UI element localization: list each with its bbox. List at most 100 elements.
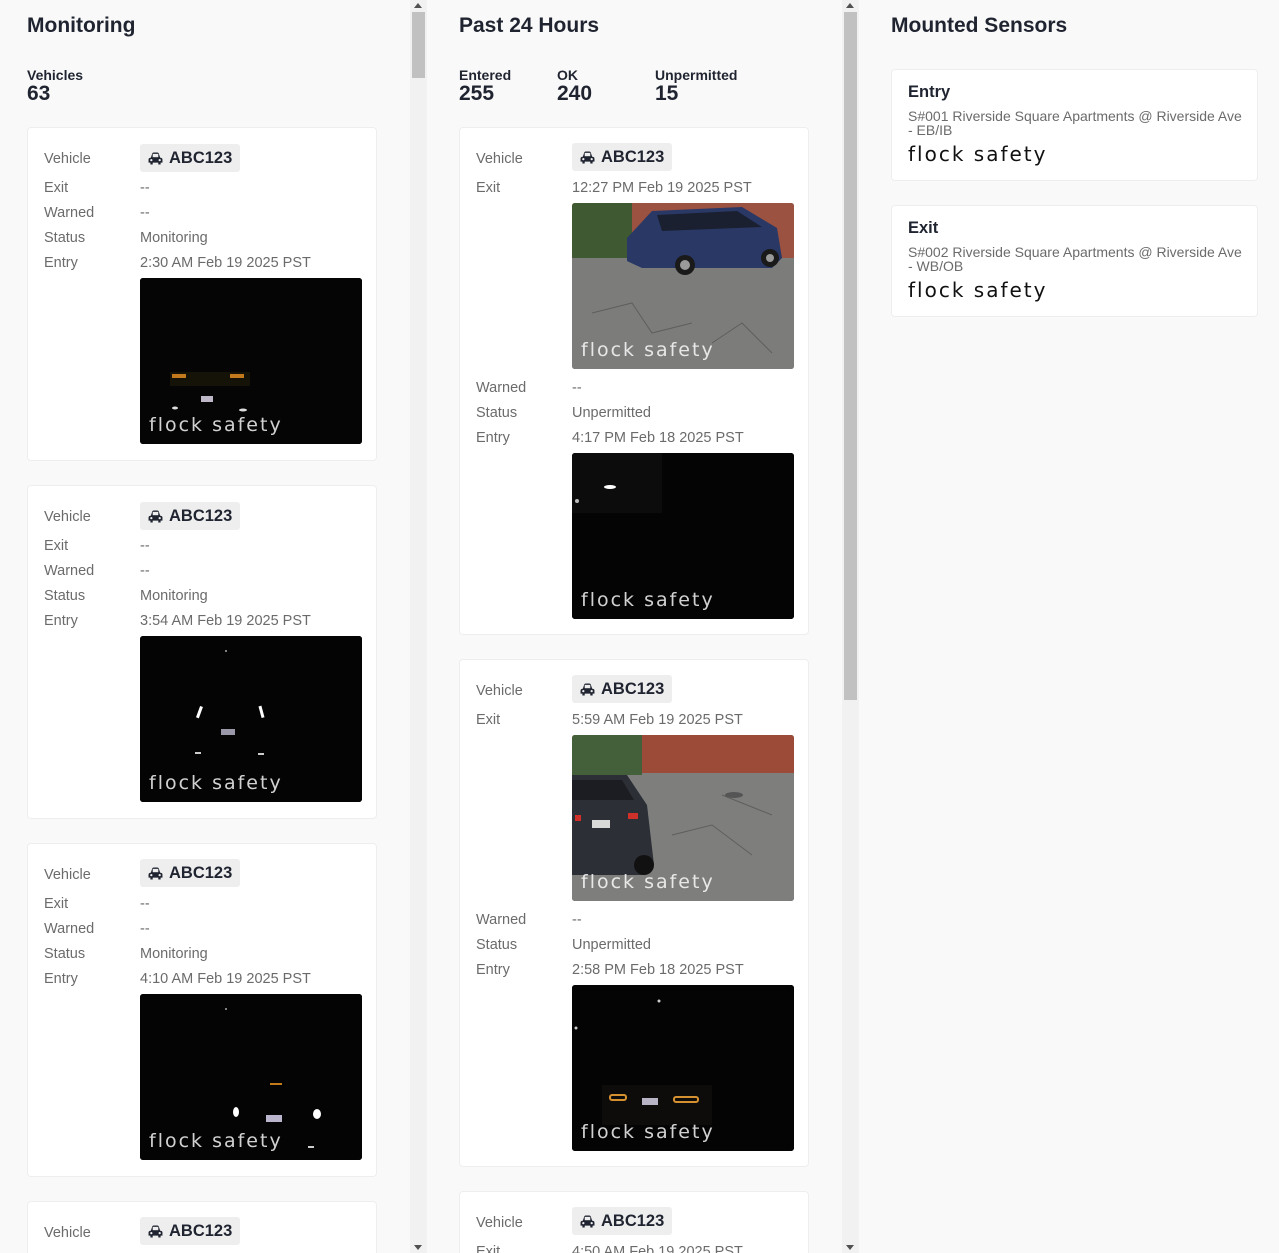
- status-label: Status: [44, 230, 86, 246]
- vehicle-label: Vehicle: [476, 151, 523, 167]
- mounted-sensors-title: Mounted Sensors: [891, 14, 1068, 37]
- scrollbar-thumb[interactable]: [844, 12, 857, 700]
- car-icon: [148, 151, 163, 165]
- plate-badge[interactable]: ABC123: [140, 502, 241, 530]
- sensor-card-exit[interactable]: Exit S#002 Riverside Square Apartments @…: [891, 205, 1258, 317]
- vehicles-label: Vehicles: [27, 67, 84, 83]
- entry-snapshot[interactable]: flock safety: [140, 636, 362, 802]
- plate-badge[interactable]: ABC123: [572, 675, 673, 703]
- exit-label: Exit: [476, 712, 501, 728]
- past-24-scrollbar[interactable]: [842, 0, 859, 1253]
- status-value: Unpermitted: [572, 405, 651, 421]
- exit-snapshot[interactable]: flock safety: [572, 735, 794, 901]
- entered-stat: Entered 255: [459, 67, 557, 105]
- entry-value: 3:54 AM Feb 19 2025 PST: [140, 613, 311, 629]
- warned-label: Warned: [44, 205, 95, 221]
- plate-badge[interactable]: ABC123: [140, 1217, 241, 1245]
- watermark: flock safety: [581, 1121, 715, 1143]
- entry-snapshot[interactable]: flock safety: [572, 985, 794, 1151]
- entry-label: Entry: [44, 613, 78, 629]
- unpermitted-value: 15: [655, 82, 679, 105]
- vehicle-label: Vehicle: [44, 867, 91, 883]
- past-24-stats: Entered 255 OK 240 Unpermitted 15: [459, 67, 753, 105]
- vehicles-count: 63: [27, 82, 51, 105]
- entry-label: Entry: [476, 962, 510, 978]
- plate-text: ABC123: [169, 863, 233, 882]
- exit-label: Exit: [44, 180, 69, 196]
- entry-label: Entry: [476, 430, 510, 446]
- plate-text: ABC123: [169, 1221, 233, 1240]
- car-icon: [580, 682, 595, 696]
- vehicle-card[interactable]: Vehicle ABC123: [27, 1201, 377, 1253]
- ok-label: OK: [557, 67, 578, 83]
- sensor-card-entry[interactable]: Entry S#001 Riverside Square Apartments …: [891, 69, 1258, 181]
- vehicles-stat: Vehicles 63: [27, 67, 125, 105]
- vehicle-card[interactable]: Vehicle ABC123 Exit 12:27 PM Feb 19 2025 …: [459, 127, 809, 635]
- warned-label: Warned: [476, 380, 527, 396]
- exit-value: 4:50 AM Feb 19 2025 PST: [572, 1244, 743, 1253]
- monitoring-stats: Vehicles 63: [27, 67, 125, 105]
- plate-badge[interactable]: ABC123: [140, 859, 241, 887]
- warned-label: Warned: [476, 912, 527, 928]
- status-label: Status: [44, 946, 86, 962]
- vehicle-label: Vehicle: [476, 683, 523, 699]
- warned-value: --: [572, 380, 582, 396]
- status-value: Monitoring: [140, 588, 208, 604]
- car-icon: [148, 1224, 163, 1238]
- arrow-down-icon[interactable]: [846, 1245, 854, 1250]
- past-24-hours-panel[interactable]: Past 24 Hours Entered 255 OK 240 Unpermi…: [427, 0, 842, 1253]
- exit-label: Exit: [476, 180, 501, 196]
- flock-safety-logo: flock safety: [908, 142, 1048, 166]
- warned-value: --: [572, 912, 582, 928]
- entry-snapshot[interactable]: flock safety: [140, 278, 362, 444]
- unpermitted-label: Unpermitted: [655, 67, 738, 83]
- sensor-description: S#002 Riverside Square Apartments @ Rive…: [908, 244, 1242, 274]
- exit-snapshot[interactable]: flock safety: [572, 203, 794, 369]
- vehicle-card[interactable]: Vehicle ABC123 Exit 5:59 AM Feb 19 2025 P…: [459, 659, 809, 1167]
- exit-value: --: [140, 896, 150, 912]
- exit-value: 12:27 PM Feb 19 2025 PST: [572, 180, 752, 196]
- vehicle-card[interactable]: Vehicle ABC123 Exit -- Warned -- Status Mon…: [27, 485, 377, 819]
- watermark: flock safety: [149, 772, 283, 794]
- car-icon: [580, 150, 595, 164]
- arrow-up-icon[interactable]: [846, 3, 854, 8]
- exit-value: --: [140, 538, 150, 554]
- monitoring-panel[interactable]: Monitoring Vehicles 63 Vehicle ABC123 Ex…: [0, 0, 410, 1253]
- status-label: Status: [476, 405, 518, 421]
- exit-value: --: [140, 180, 150, 196]
- vehicle-card[interactable]: Vehicle ABC123 Exit -- Warned -- Status Mon…: [27, 127, 377, 461]
- plate-badge[interactable]: ABC123: [572, 143, 673, 171]
- flock-safety-logo: flock safety: [908, 278, 1048, 302]
- watermark: flock safety: [581, 871, 715, 893]
- plate-badge[interactable]: ABC123: [140, 144, 241, 172]
- plate-badge[interactable]: ABC123: [572, 1207, 673, 1235]
- plate-text: ABC123: [169, 506, 233, 525]
- warned-label: Warned: [44, 921, 95, 937]
- status-label: Status: [44, 588, 86, 604]
- arrow-up-icon[interactable]: [414, 3, 422, 8]
- vehicle-label: Vehicle: [44, 1225, 91, 1241]
- exit-value: 5:59 AM Feb 19 2025 PST: [572, 712, 743, 728]
- past-24-hours-title: Past 24 Hours: [459, 14, 600, 37]
- warned-value: --: [140, 921, 150, 937]
- status-value: Monitoring: [140, 230, 208, 246]
- sensor-name: Entry: [908, 83, 951, 101]
- car-icon: [148, 866, 163, 880]
- entry-snapshot[interactable]: flock safety: [140, 994, 362, 1160]
- vehicle-card[interactable]: Vehicle ABC123 Exit -- Warned -- Status Mon…: [27, 843, 377, 1177]
- monitoring-scrollbar[interactable]: [410, 0, 427, 1253]
- plate-text: ABC123: [169, 148, 233, 167]
- entry-value: 2:30 AM Feb 19 2025 PST: [140, 255, 311, 271]
- plate-text: ABC123: [601, 1211, 665, 1230]
- scrollbar-thumb[interactable]: [412, 12, 425, 78]
- watermark: flock safety: [581, 339, 715, 361]
- vehicle-label: Vehicle: [44, 151, 91, 167]
- entry-value: 4:10 AM Feb 19 2025 PST: [140, 971, 311, 987]
- warned-value: --: [140, 563, 150, 579]
- watermark: flock safety: [581, 589, 715, 611]
- car-icon: [148, 509, 163, 523]
- entry-snapshot[interactable]: flock safety: [572, 453, 794, 619]
- entry-label: Entry: [44, 255, 78, 271]
- vehicle-card[interactable]: Vehicle ABC123 Exit 4:50 AM Feb 19 2025 P…: [459, 1191, 809, 1253]
- arrow-down-icon[interactable]: [414, 1245, 422, 1250]
